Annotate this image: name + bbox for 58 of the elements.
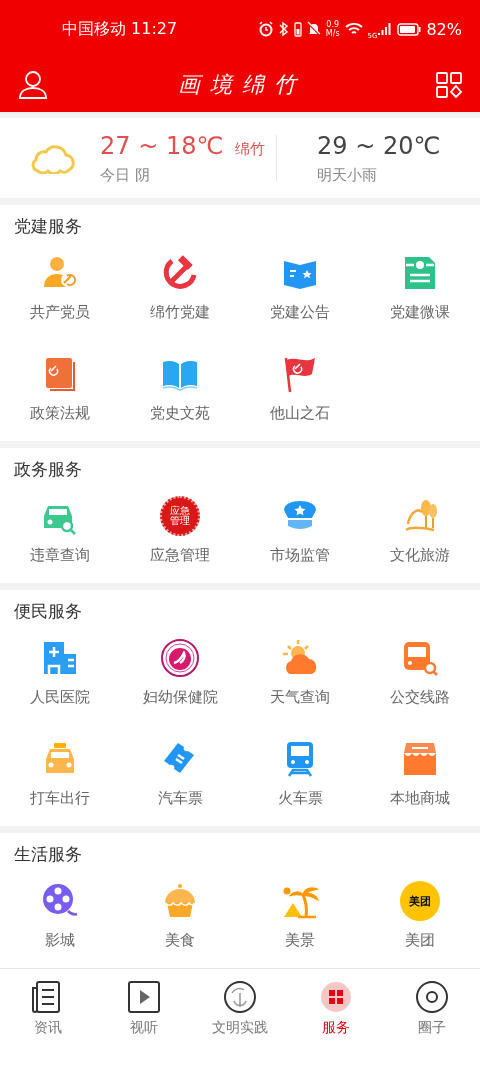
battery-percent: 82% [426, 19, 462, 39]
service-link[interactable]: 影城 [45, 931, 75, 950]
apps-icon[interactable] [436, 72, 462, 98]
seal-text: 应急管理 [170, 506, 190, 526]
play-icon [126, 979, 162, 1015]
tomorrow-temperature: 29 ~ 20℃ [317, 131, 441, 160]
service-link[interactable]: 人民医院 [30, 688, 90, 707]
net-speed: 0.9 M/s [325, 20, 340, 38]
nav-tab[interactable]: 文明实践 [192, 969, 288, 1066]
bluetooth-icon [278, 21, 289, 37]
service-link[interactable]: 党建微课 [390, 303, 450, 322]
section-title: 政务服务 [13, 458, 83, 481]
battery-small-icon [293, 21, 302, 37]
section-title: 便民服务 [13, 600, 83, 623]
service-link[interactable]: 妇幼保健院 [142, 688, 218, 707]
alarm-icon [257, 21, 274, 37]
nav-tab[interactable]: 资讯 [0, 969, 96, 1066]
service-link[interactable]: 公交线路 [390, 688, 450, 707]
service-link[interactable]: 本地商城 [390, 789, 450, 808]
service-link[interactable]: 美景 [285, 931, 315, 950]
service-link[interactable]: 违章查询 [30, 546, 90, 565]
cloud-icon [30, 142, 76, 174]
tomorrow-weather: 明天小雨 [317, 165, 378, 185]
mute-bell-icon [306, 21, 321, 37]
seal-icon[interactable]: 应急管理 [160, 496, 200, 536]
emblem-icon[interactable] [160, 638, 200, 678]
section-title: 党建服务 [13, 215, 83, 238]
service-link[interactable]: 汽车票 [157, 789, 203, 808]
service-link[interactable]: 党史文苑 [150, 404, 210, 423]
nav-tab[interactable]: 视听 [96, 969, 192, 1066]
app-logo: 画境绵竹 [178, 71, 306, 99]
service-link[interactable]: 共产党员 [30, 303, 90, 322]
city-name: 绵竹 [235, 139, 266, 159]
service-link[interactable]: 美食 [165, 931, 195, 950]
grid-icon [318, 979, 354, 1015]
carrier-time: 中国移动 11:27 [62, 18, 178, 40]
signal-icon [378, 22, 393, 36]
nav-tab[interactable]: 服务 [288, 969, 384, 1066]
service-link[interactable]: 天气查询 [270, 688, 330, 707]
service-link[interactable]: 市场监管 [270, 546, 330, 565]
logo-badge[interactable]: 美团 [400, 881, 440, 921]
profile-icon[interactable] [18, 70, 48, 100]
today-temperature: 27 ~ 18℃ [100, 131, 224, 160]
circle-icon [414, 979, 450, 1015]
service-link[interactable]: 美团 [405, 931, 435, 950]
wifi-icon [344, 22, 363, 36]
service-link[interactable]: 应急管理 [150, 546, 210, 565]
service-link[interactable]: 党建公告 [270, 303, 330, 322]
service-link[interactable]: 打车出行 [30, 789, 90, 808]
nav-tab[interactable]: 圈子 [384, 969, 480, 1066]
service-link[interactable]: 火车票 [277, 789, 323, 808]
service-link[interactable]: 绵竹党建 [150, 303, 210, 322]
today-weather: 今日 阴 [100, 165, 151, 185]
service-link[interactable]: 他山之石 [270, 404, 330, 423]
service-link[interactable]: 政策法规 [30, 404, 90, 423]
section-title: 生活服务 [13, 843, 83, 866]
battery-icon [397, 22, 422, 36]
service-link[interactable]: 文化旅游 [390, 546, 450, 565]
